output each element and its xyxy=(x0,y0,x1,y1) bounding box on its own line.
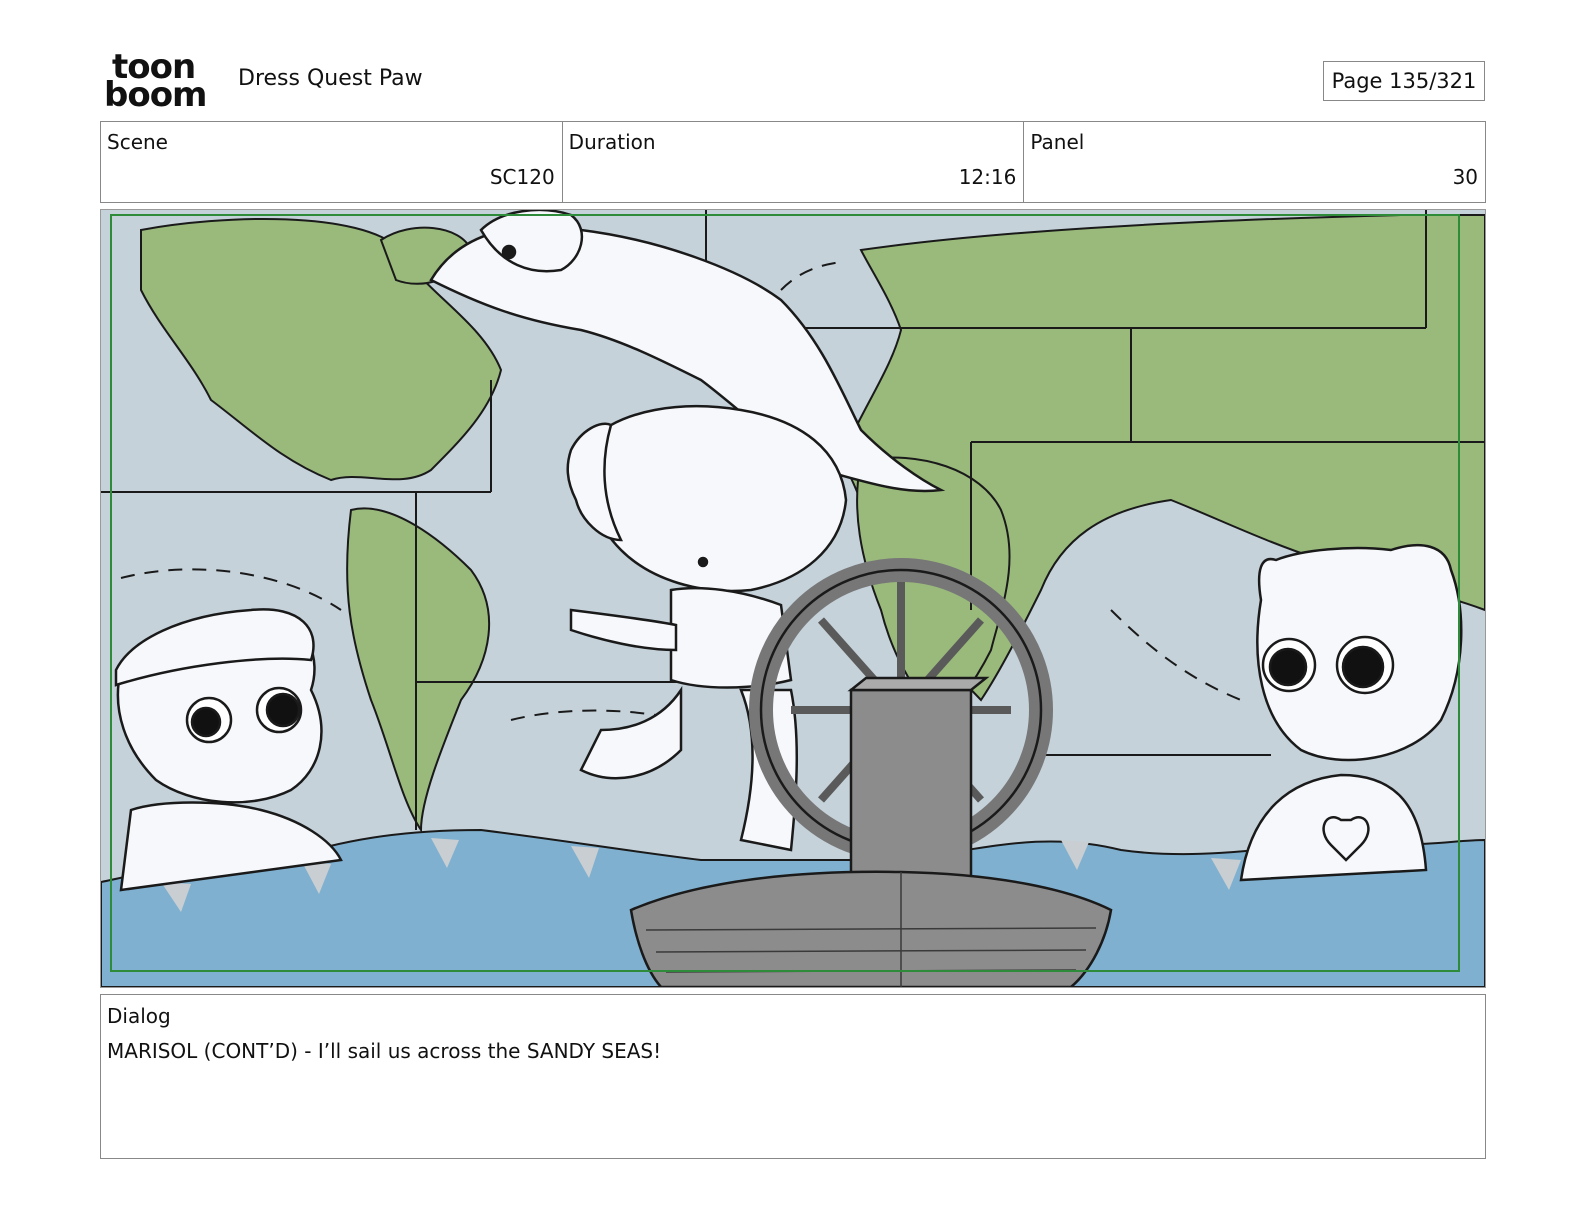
panel-info-table: Scene SC120 Duration 12:16 Panel 30 xyxy=(100,121,1486,203)
page-indicator: Page 135/321 xyxy=(1323,61,1485,101)
project-title: Dress Quest Paw xyxy=(238,66,423,91)
panel-value: 30 xyxy=(1452,165,1479,189)
dialog-box: Dialog MARISOL (CONT’D) - I’ll sail us a… xyxy=(100,994,1486,1159)
duration-label: Duration xyxy=(568,130,656,154)
panel-cell: Panel 30 xyxy=(1024,122,1485,202)
logo-line-2: boom xyxy=(104,75,207,115)
storyboard-panel-image xyxy=(100,209,1486,988)
duration-value: 12:16 xyxy=(958,165,1017,189)
dialog-text: MARISOL (CONT’D) - I’ll sail us across t… xyxy=(107,1039,662,1063)
left-character xyxy=(114,608,343,892)
duration-cell: Duration 12:16 xyxy=(563,122,1025,202)
scene-label: Scene xyxy=(107,130,168,154)
scene-value: SC120 xyxy=(489,165,555,189)
dialog-label: Dialog xyxy=(107,1004,171,1028)
panel-label: Panel xyxy=(1030,130,1085,154)
scene-cell: Scene SC120 xyxy=(101,122,563,202)
toon-boom-logo-icon: toon boom xyxy=(104,50,216,115)
